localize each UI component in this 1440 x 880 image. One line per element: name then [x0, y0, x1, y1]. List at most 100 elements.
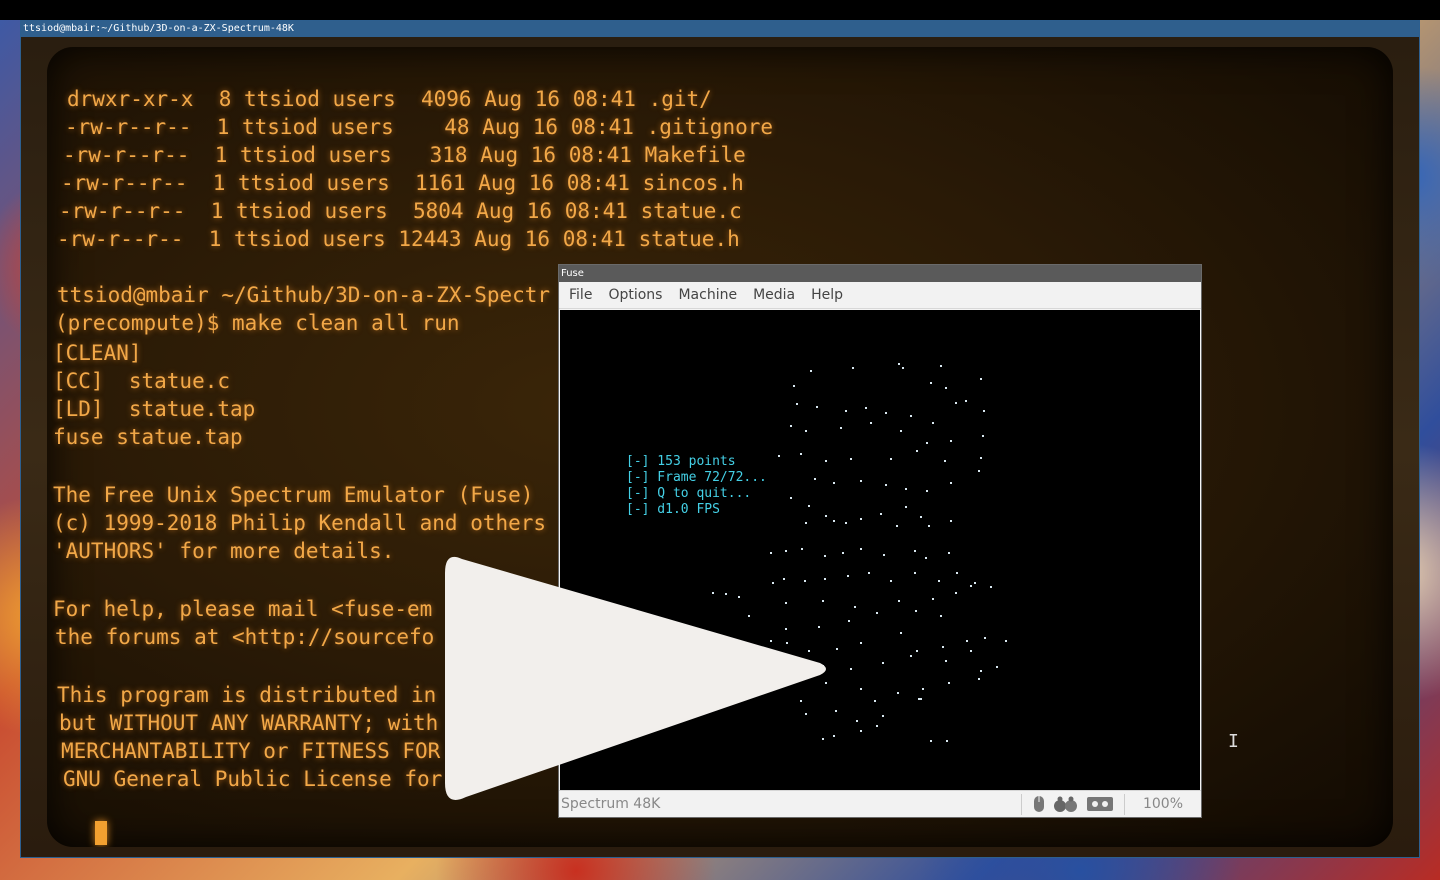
spectrum-point — [825, 460, 827, 462]
spectrum-point — [825, 515, 827, 517]
terminal-cursor — [95, 821, 107, 845]
menu-help[interactable]: Help — [803, 282, 851, 309]
fuse-menubar: File Options Machine Media Help — [559, 282, 1201, 309]
spectrum-point — [840, 427, 842, 429]
spectrum-point — [940, 365, 942, 367]
spectrum-point — [996, 666, 998, 668]
spectrum-point — [874, 700, 876, 702]
spectrum-point — [914, 550, 916, 552]
spectrum-point — [920, 698, 922, 700]
joystick-icon — [1054, 796, 1077, 812]
spectrum-point — [890, 458, 892, 460]
spectrum-point — [860, 730, 862, 732]
spectrum-point — [865, 407, 867, 409]
spectrum-point — [950, 440, 952, 442]
spectrum-point — [982, 435, 984, 437]
terminal-line: -rw-r--r-- 1 ttsiod users 48 Aug 16 08:4… — [65, 115, 774, 139]
spectrum-point — [842, 552, 844, 554]
spectrum-point — [980, 670, 982, 672]
terminal-title[interactable]: ttsiod@mbair:~/Github/3D-on-a-ZX-Spectru… — [21, 21, 1419, 37]
spectrum-text-frame: [-] Frame 72/72... — [626, 470, 767, 485]
menu-options[interactable]: Options — [600, 282, 670, 309]
spectrum-point — [950, 482, 952, 484]
terminal-line: 'AUTHORS' for more details. — [53, 539, 395, 563]
spectrum-point — [860, 688, 862, 690]
terminal-line: The Free Unix Spectrum Emulator (Fuse) — [53, 483, 534, 507]
spectrum-point — [946, 740, 948, 742]
spectrum-point — [790, 497, 792, 499]
spectrum-point — [932, 598, 934, 600]
spectrum-point — [852, 367, 854, 369]
spectrum-point — [850, 668, 852, 670]
terminal-line: (c) 1999-2018 Philip Kendall and others — [53, 511, 547, 535]
spectrum-point — [885, 412, 887, 414]
spectrum-point — [970, 650, 972, 652]
spectrum-point — [928, 525, 930, 527]
spectrum-point — [805, 430, 807, 432]
spectrum-point — [932, 422, 934, 424]
spectrum-point — [922, 688, 924, 690]
spectrum-point — [848, 620, 850, 622]
top-panel — [0, 0, 1440, 20]
spectrum-point — [845, 410, 847, 412]
spectrum-point — [810, 370, 812, 372]
spectrum-point — [983, 410, 985, 412]
menu-file[interactable]: File — [561, 282, 600, 309]
spectrum-point — [793, 385, 795, 387]
spectrum-point — [980, 378, 982, 380]
prompt-env: (precompute) — [55, 311, 207, 335]
play-icon[interactable] — [440, 545, 840, 807]
spectrum-point — [905, 506, 907, 508]
spectrum-point — [925, 557, 927, 559]
spectrum-point — [898, 600, 900, 602]
spectrum-point — [945, 660, 947, 662]
spectrum-point — [916, 650, 918, 652]
terminal-line: fuse statue.tap — [53, 425, 243, 449]
terminal-line: but WITHOUT ANY WARRANTY; with — [59, 711, 439, 735]
spectrum-point — [965, 400, 967, 402]
spectrum-point — [902, 367, 904, 369]
terminal-line: -rw-r--r-- 1 ttsiod users 1161 Aug 16 08… — [61, 171, 744, 195]
menu-media[interactable]: Media — [745, 282, 803, 309]
fuse-title[interactable]: Fuse — [559, 265, 1201, 282]
terminal-line: -rw-r--r-- 1 ttsiod users 12443 Aug 16 0… — [57, 227, 740, 251]
spectrum-point — [860, 548, 862, 550]
spectrum-point — [870, 422, 872, 424]
text-cursor-icon: I — [1228, 731, 1239, 752]
spectrum-point — [926, 490, 928, 492]
spectrum-point — [876, 725, 878, 727]
spectrum-point — [980, 457, 982, 459]
spectrum-point — [856, 720, 858, 722]
spectrum-text-fps: [-] d1.0 FPS — [626, 502, 720, 517]
spectrum-point — [966, 640, 968, 642]
menu-machine[interactable]: Machine — [670, 282, 745, 309]
spectrum-point — [876, 612, 878, 614]
terminal-line: -rw-r--r-- 1 ttsiod users 5804 Aug 16 08… — [59, 199, 742, 223]
spectrum-point — [833, 520, 835, 522]
spectrum-point — [942, 646, 944, 648]
spectrum-point — [847, 575, 849, 577]
terminal-line: -rw-r--r-- 1 ttsiod users 318 Aug 16 08:… — [63, 143, 746, 167]
spectrum-point — [920, 516, 922, 518]
spectrum-point — [850, 458, 852, 460]
spectrum-point — [805, 522, 807, 524]
terminal-line: MERCHANTABILITY or FITNESS FOR — [61, 739, 441, 763]
spectrum-point — [974, 582, 976, 584]
spectrum-point — [796, 403, 798, 405]
spectrum-point — [930, 382, 932, 384]
spectrum-point — [890, 580, 892, 582]
terminal-line: [CC] statue.c — [53, 369, 231, 393]
spectrum-point — [885, 484, 887, 486]
spectrum-point — [833, 482, 835, 484]
spectrum-point — [897, 692, 899, 694]
spectrum-point — [984, 637, 986, 639]
status-icons — [1021, 793, 1125, 815]
spectrum-point — [854, 606, 856, 608]
spectrum-point — [900, 430, 902, 432]
tape-icon — [1087, 797, 1113, 811]
terminal-line: [LD] statue.tap — [53, 397, 256, 421]
terminal-line: GNU General Public License for — [63, 767, 443, 791]
terminal-line: drwxr-xr-x 8 ttsiod users 4096 Aug 16 08… — [67, 87, 712, 111]
terminal-line: the forums at <http://sourcefo — [55, 625, 435, 649]
spectrum-point — [950, 520, 952, 522]
